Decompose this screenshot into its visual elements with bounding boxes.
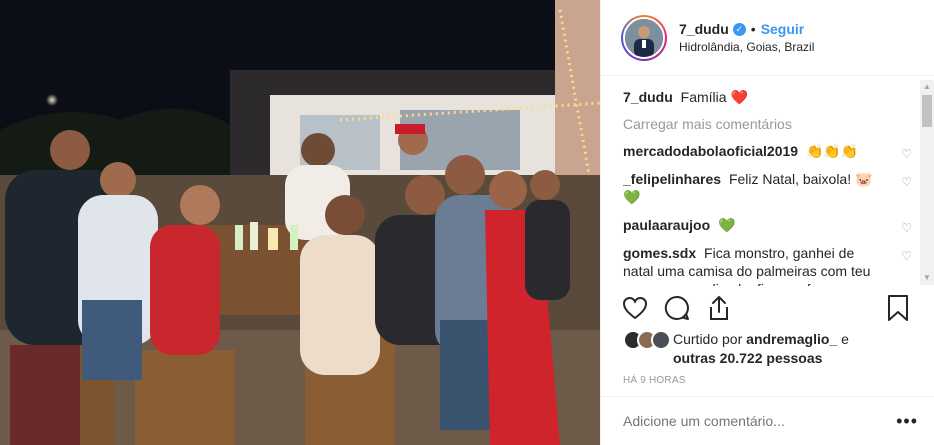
header-username[interactable]: 7_dudu — [679, 21, 729, 37]
post-location[interactable]: Hidrolândia, Goias, Brazil — [679, 40, 814, 54]
likes-text: Curtido por andremaglio_ e outras 20.722… — [673, 330, 849, 368]
comment-like-icon[interactable]: ♡ — [901, 247, 912, 265]
follow-button[interactable]: Seguir — [761, 21, 805, 37]
heart-icon[interactable] — [621, 294, 649, 322]
comment-username[interactable]: _felipelinhares — [623, 171, 721, 187]
header-row: 7_dudu ✓ • Seguir — [679, 21, 814, 37]
comment-username[interactable]: gomes.sdx — [623, 245, 696, 261]
instagram-post: 7_dudu ✓ • Seguir Hidrolândia, Goias, Br… — [0, 0, 934, 445]
caption-heart-emoji: ❤️ — [730, 89, 748, 105]
comment-item: mercadodabolaoficial2019 👏👏👏 ♡ — [623, 142, 918, 163]
party-scene-image — [0, 0, 600, 445]
comment-like-icon[interactable]: ♡ — [901, 219, 912, 237]
add-comment-bar: ••• — [601, 396, 934, 445]
comments-scrollbar[interactable]: ▲ ▼ — [920, 80, 934, 285]
comment-username[interactable]: mercadodabolaoficial2019 — [623, 143, 798, 159]
profile-avatar[interactable] — [623, 16, 665, 59]
comment-text: 👏👏👏 — [805, 143, 859, 159]
comments-list: 7_dudu Família ❤️ Carregar mais comentár… — [601, 76, 934, 286]
liker-avatars[interactable] — [623, 330, 671, 368]
comment-text: 💚 — [718, 217, 736, 233]
header-text: 7_dudu ✓ • Seguir Hidrolândia, Goias, Br… — [679, 21, 814, 54]
verified-icon: ✓ — [732, 22, 746, 36]
comment-icon[interactable] — [663, 294, 691, 322]
separator-dot: • — [750, 21, 756, 37]
comment-item: gomes.sdx Fica monstro, ganhei de natal … — [623, 244, 918, 286]
likes-summary: Curtido por andremaglio_ e outras 20.722… — [623, 330, 849, 368]
likes-conj: e — [841, 331, 849, 347]
likes-others-count[interactable]: outras 20.722 pessoas — [673, 350, 822, 366]
caption-username[interactable]: 7_dudu — [623, 89, 673, 105]
scroll-up-arrow-icon[interactable]: ▲ — [920, 80, 934, 94]
comment-item: paulaaraujoo 💚 ♡ — [623, 216, 918, 237]
comment-username[interactable]: paulaaraujoo — [623, 217, 710, 233]
likes-prefix: Curtido por — [673, 331, 743, 347]
load-more-comments-button[interactable]: Carregar mais comentários — [623, 116, 918, 132]
liker-avatar — [651, 330, 671, 350]
post-timestamp[interactable]: HÁ 9 HORAS — [623, 375, 686, 386]
scroll-thumb[interactable] — [922, 95, 932, 127]
comment-item: _felipelinhares Feliz Natal, baixola! 🐷 … — [623, 170, 918, 206]
comment-like-icon[interactable]: ♡ — [901, 145, 912, 163]
scroll-down-arrow-icon[interactable]: ▼ — [920, 271, 934, 285]
caption-text: Família — [680, 89, 727, 105]
post-actions — [621, 294, 747, 322]
more-options-icon[interactable]: ••• — [896, 411, 918, 432]
profile-avatar-ring[interactable] — [621, 14, 667, 61]
share-icon[interactable] — [705, 294, 733, 322]
liker-username[interactable]: andremaglio_ — [746, 331, 837, 347]
caption: 7_dudu Família ❤️ — [623, 88, 918, 106]
avatar-image — [625, 18, 663, 57]
post-side-panel: 7_dudu ✓ • Seguir Hidrolândia, Goias, Br… — [600, 0, 934, 445]
bookmark-icon[interactable] — [886, 294, 914, 322]
comment-like-icon[interactable]: ♡ — [901, 173, 912, 191]
post-photo[interactable] — [0, 0, 600, 445]
post-header: 7_dudu ✓ • Seguir Hidrolândia, Goias, Br… — [601, 0, 934, 76]
add-comment-input[interactable] — [623, 413, 893, 429]
